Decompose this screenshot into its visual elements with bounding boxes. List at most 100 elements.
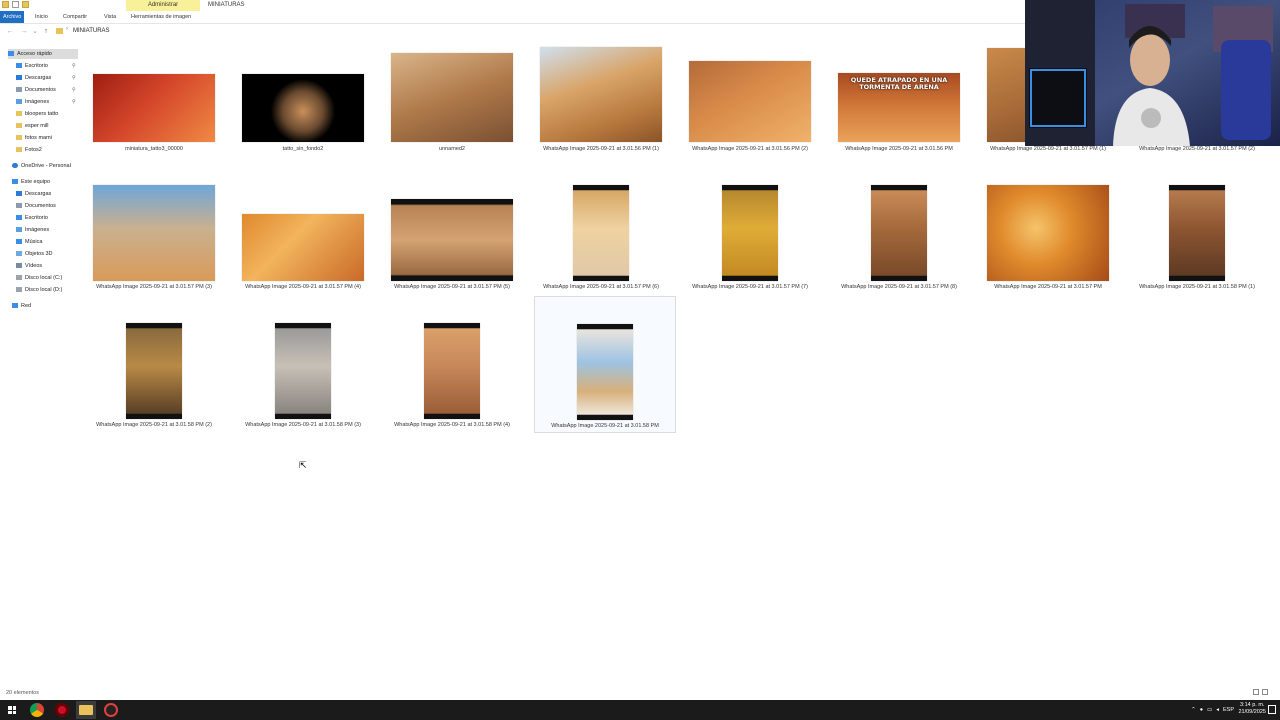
chevron-right-icon[interactable]: ›	[66, 26, 68, 32]
view-toggle	[1253, 689, 1268, 695]
thumbnail-image	[242, 74, 364, 142]
file-name: WhatsApp Image 2025-09-21 at 3.01.57 PM …	[692, 284, 808, 290]
file-name: WhatsApp Image 2025-09-21 at 3.01.58 PM …	[245, 422, 361, 428]
sidebar-item-pc-3d-objects[interactable]: Objetos 3D	[16, 249, 53, 259]
file-tile[interactable]: WhatsApp Image 2025-09-21 at 3.01.56 PM …	[680, 46, 820, 181]
context-tab-manage[interactable]: Administrar	[126, 0, 200, 11]
file-tile[interactable]: WhatsApp Image 2025-09-21 at 3.01.57 PM …	[680, 185, 820, 320]
windows-start-icon[interactable]	[8, 706, 16, 714]
thumbnail-image	[93, 74, 215, 142]
file-name: WhatsApp Image 2025-09-21 at 3.01.57 PM …	[990, 146, 1106, 152]
file-tile[interactable]: WhatsApp Image 2025-09-21 at 3.01.57 PM …	[382, 185, 522, 320]
tab-share[interactable]: Compartir	[60, 11, 90, 23]
taskbar: ⌃ ● ▭ ◂ ESP 3:14 p. m. 21/09/2025	[0, 700, 1280, 720]
navigation-pane: Acceso rápido Escritorio Descargas Docum…	[0, 49, 82, 689]
file-name: WhatsApp Image 2025-09-21 at 3.01.56 PM …	[692, 146, 808, 152]
file-tile[interactable]: WhatsApp Image 2025-09-21 at 3.01.58 PM …	[382, 323, 522, 458]
pin-icon[interactable]: ⚲	[72, 87, 76, 93]
opera-icon[interactable]	[55, 703, 69, 717]
sidebar-item-pc-documents[interactable]: Documentos	[16, 201, 56, 211]
network-icon	[12, 303, 18, 309]
tab-home[interactable]: Inicio	[32, 11, 51, 23]
file-name: unnamed2	[439, 146, 465, 152]
microphone-icon[interactable]: ●	[1200, 703, 1203, 717]
system-tray: ⌃ ● ▭ ◂ ESP	[1191, 703, 1234, 717]
clock-date: 21/09/2025	[1238, 709, 1266, 715]
pin-icon[interactable]: ⚲	[72, 63, 76, 69]
file-tile[interactable]: tatto_sin_fondo2	[233, 46, 373, 181]
video-icon	[16, 263, 22, 269]
chevron-up-icon[interactable]: ⌃	[1191, 703, 1196, 717]
network-icon[interactable]: ▭	[1207, 703, 1212, 717]
star-icon	[8, 51, 14, 57]
sidebar-item-pc-videos[interactable]: Vídeos	[16, 261, 42, 271]
thumbnail-image	[871, 185, 927, 281]
sidebar-item-desktop[interactable]: Escritorio	[16, 61, 48, 71]
sidebar-item-quick-access[interactable]: Acceso rápido	[8, 49, 78, 59]
tab-view[interactable]: Vista	[101, 11, 119, 23]
file-name: miniatura_tatto3_00000	[125, 146, 183, 152]
file-tile[interactable]: WhatsApp Image 2025-09-21 at 3.01.57 PM …	[84, 185, 224, 320]
sidebar-item-this-pc[interactable]: Este equipo	[12, 177, 50, 187]
download-icon	[16, 191, 22, 197]
sidebar-item-drive-d[interactable]: Disco local (D:)	[16, 285, 62, 295]
large-icons-view-icon[interactable]	[1262, 689, 1268, 695]
file-tile-selected[interactable]: WhatsApp Image 2025-09-21 at 3.01.58 PM	[534, 296, 676, 433]
back-arrow-icon[interactable]: ←	[6, 27, 14, 36]
file-name: WhatsApp Image 2025-09-21 at 3.01.58 PM	[551, 423, 659, 429]
volume-icon[interactable]: ◂	[1216, 703, 1219, 717]
up-arrow-icon[interactable]: ↑	[42, 27, 50, 36]
clock-time: 3:14 p. m.	[1240, 702, 1265, 708]
file-tile[interactable]: WhatsApp Image 2025-09-21 at 3.01.58 PM …	[233, 323, 373, 458]
sidebar-item-onedrive[interactable]: OneDrive - Personal	[12, 161, 71, 171]
sidebar-item-downloads[interactable]: Descargas	[16, 73, 51, 83]
file-name: WhatsApp Image 2025-09-21 at 3.01.57 PM …	[245, 284, 361, 290]
file-tile[interactable]: QUEDE ATRAPADO EN UNA TORMENTA DE ARENA …	[829, 46, 969, 181]
file-tile[interactable]: miniatura_tatto3_00000	[84, 46, 224, 181]
sidebar-item-fotos2[interactable]: Fotos2	[16, 145, 42, 155]
quick-access-toolbar	[2, 1, 29, 8]
desktop-icon	[16, 63, 22, 69]
sidebar-item-bloopers-tatto[interactable]: bloopers tatto	[16, 109, 58, 119]
sidebar-item-pictures[interactable]: Imágenes	[16, 97, 49, 107]
thumbnail-image	[573, 185, 629, 281]
sidebar-item-pc-desktop[interactable]: Escritorio	[16, 213, 48, 223]
thumbnail-image	[391, 199, 513, 281]
notification-icon[interactable]	[1268, 705, 1276, 714]
file-tile[interactable]: unnamed2	[382, 46, 522, 181]
sidebar-item-network[interactable]: Red	[12, 301, 31, 311]
sidebar-item-fotos-mami[interactable]: fotos mami	[16, 133, 52, 143]
sidebar-item-documents[interactable]: Documentos	[16, 85, 56, 95]
file-tile[interactable]: WhatsApp Image 2025-09-21 at 3.01.57 PM …	[829, 185, 969, 320]
properties-icon[interactable]	[12, 1, 19, 8]
sidebar-item-esper-mill[interactable]: esper mill	[16, 121, 49, 131]
file-tile[interactable]: WhatsApp Image 2025-09-21 at 3.01.58 PM …	[1127, 185, 1267, 320]
window-title: MINIATURAS	[208, 2, 245, 8]
details-view-icon[interactable]	[1253, 689, 1259, 695]
obs-icon[interactable]	[104, 703, 118, 717]
new-folder-icon[interactable]	[22, 1, 29, 8]
breadcrumb[interactable]: MINIATURAS	[73, 28, 110, 34]
clock[interactable]: 3:14 p. m. 21/09/2025	[1238, 702, 1266, 716]
tab-file[interactable]: Archivo	[0, 11, 25, 23]
folder-icon	[16, 123, 22, 129]
chevron-down-icon[interactable]: ⌄	[31, 27, 39, 36]
forward-arrow-icon[interactable]: →	[20, 27, 28, 36]
thumbnail-image	[689, 61, 811, 142]
pin-icon[interactable]: ⚲	[72, 99, 76, 105]
file-tile[interactable]: WhatsApp Image 2025-09-21 at 3.01.57 PM …	[233, 185, 373, 320]
chrome-icon[interactable]	[30, 703, 44, 717]
file-tile[interactable]: WhatsApp Image 2025-09-21 at 3.01.56 PM …	[531, 46, 671, 181]
language-indicator[interactable]: ESP	[1223, 703, 1234, 717]
sidebar-item-pc-music[interactable]: Música	[16, 237, 42, 247]
sidebar-item-pc-downloads[interactable]: Descargas	[16, 189, 51, 199]
file-explorer-icon[interactable]	[79, 705, 93, 715]
tab-picture-tools[interactable]: Herramientas de imagen	[128, 11, 194, 23]
sidebar-item-pc-pictures[interactable]: Imágenes	[16, 225, 49, 235]
pin-icon[interactable]: ⚲	[72, 75, 76, 81]
sidebar-item-drive-c[interactable]: Disco local (C:)	[16, 273, 62, 283]
file-tile[interactable]: WhatsApp Image 2025-09-21 at 3.01.57 PM	[978, 185, 1118, 320]
thumbnail-image	[577, 324, 633, 420]
cloud-icon	[12, 163, 18, 169]
file-tile[interactable]: WhatsApp Image 2025-09-21 at 3.01.58 PM …	[84, 323, 224, 458]
